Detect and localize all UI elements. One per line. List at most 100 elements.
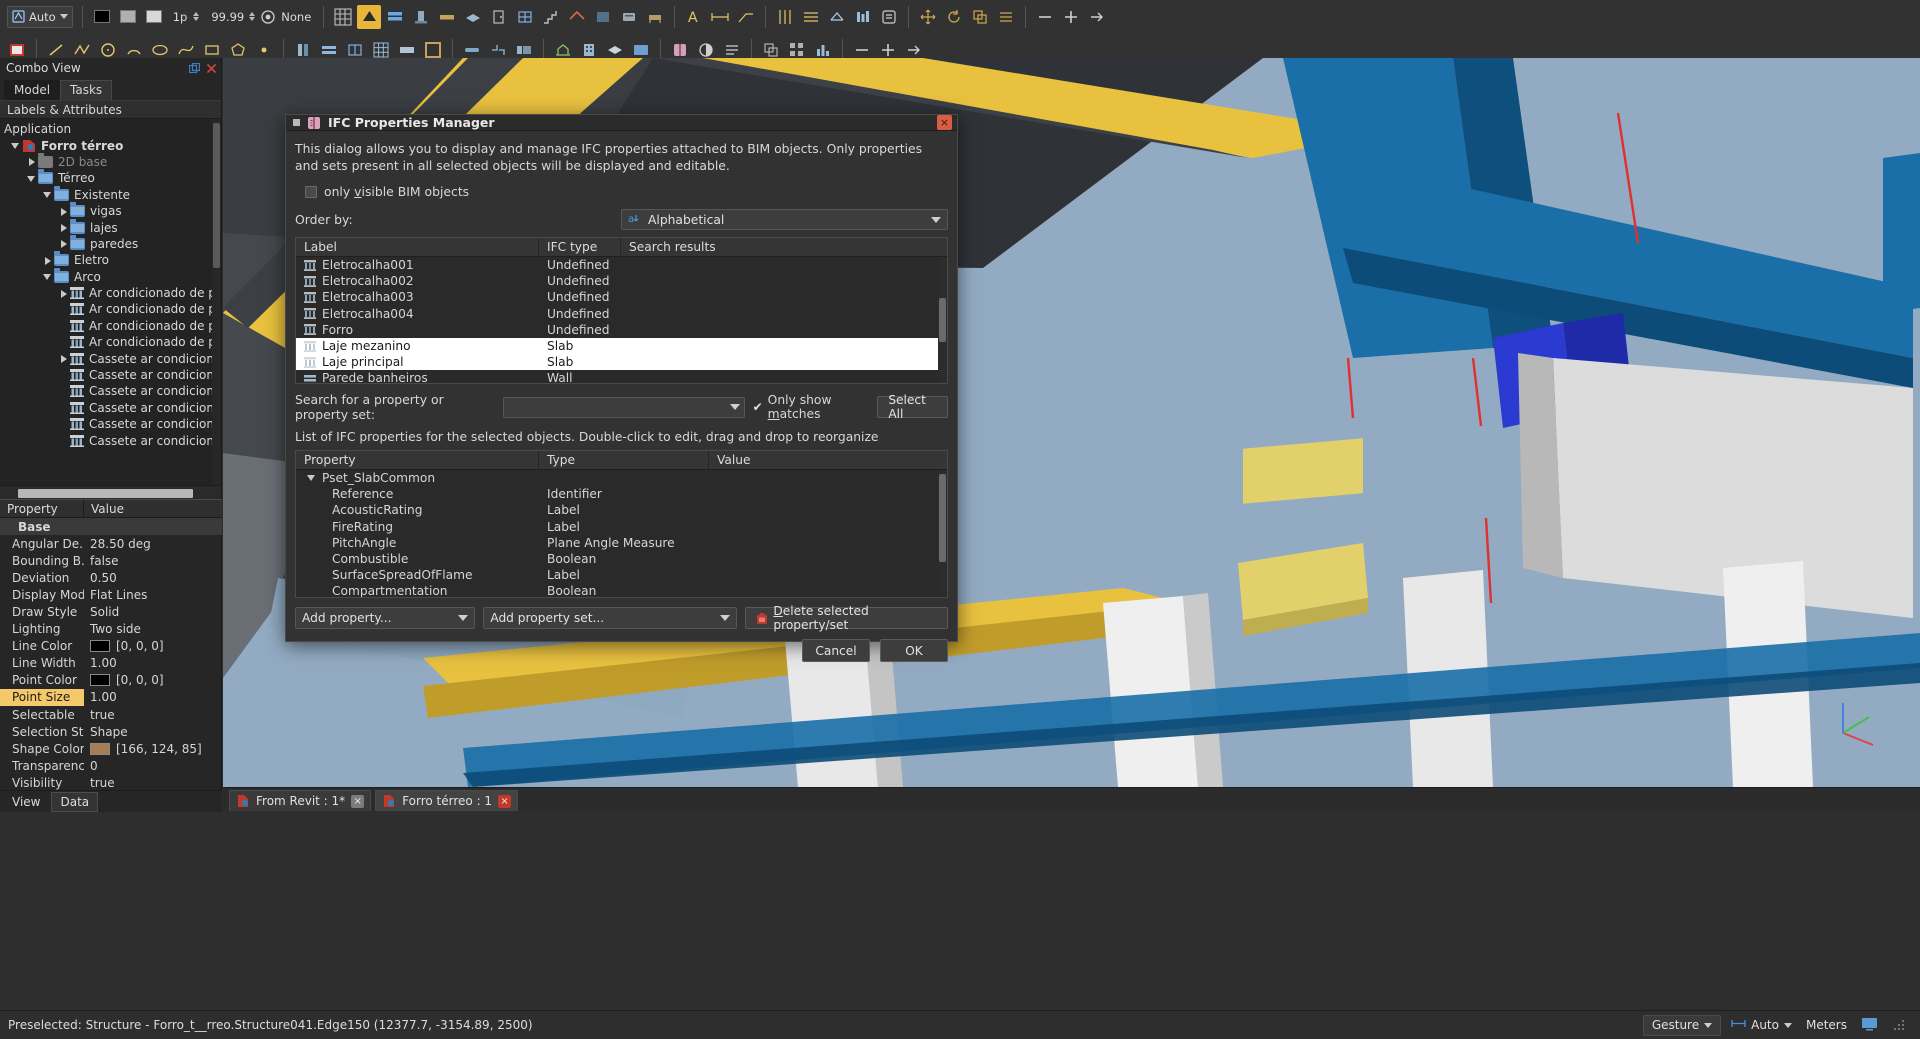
schedule-icon[interactable] [851, 5, 875, 29]
chevron-down-icon[interactable] [26, 173, 37, 184]
text-icon[interactable]: A [682, 5, 706, 29]
tree-item[interactable]: Ar condicionado de parede [0, 285, 221, 301]
property-row[interactable]: Visibilitytrue [0, 774, 222, 791]
tree-item[interactable]: Existente [0, 187, 221, 203]
property-row[interactable]: Shape Color[166, 124, 85] [0, 740, 222, 757]
chevron-down-icon[interactable] [42, 271, 53, 282]
table-row[interactable]: Eletrocalha004Undefined [296, 306, 947, 322]
table-row[interactable]: Laje mezaninoSlab [296, 338, 947, 354]
property-row[interactable]: Transparency0 [0, 757, 222, 774]
property-table-row[interactable]: CombustibleBoolean [296, 551, 947, 567]
close-panel-icon[interactable] [206, 63, 217, 74]
cancel-button[interactable]: Cancel [802, 639, 870, 662]
order-by-combo[interactable]: a Alphabetical [621, 209, 948, 230]
tree-item[interactable]: Ar condicionado de parede [0, 334, 221, 350]
property-row[interactable]: Deviation0.50 [0, 569, 222, 586]
zoom-plus-icon[interactable] [1059, 5, 1083, 29]
ifc-explorer-icon[interactable] [877, 5, 901, 29]
tree-item[interactable]: Forro térreo [0, 137, 221, 153]
move-icon[interactable] [916, 5, 940, 29]
roof-icon[interactable] [565, 5, 589, 29]
tree-item[interactable]: vigas [0, 203, 221, 219]
table-row[interactable]: Laje principalSlab [296, 354, 947, 370]
property-row[interactable]: Line Color[0, 0, 0] [0, 638, 222, 655]
tree-item[interactable]: Eletro [0, 252, 221, 268]
chevron-down-icon[interactable] [730, 404, 740, 410]
axis-icon[interactable] [773, 5, 797, 29]
add-property-combo[interactable]: Add property... [295, 607, 475, 629]
property-table-row[interactable]: Pset_SlabCommon [296, 470, 947, 486]
chevron-right-icon[interactable] [42, 255, 53, 266]
door-icon[interactable] [487, 5, 511, 29]
column-icon[interactable] [409, 5, 433, 29]
color-swatch[interactable] [90, 743, 110, 755]
offset-icon[interactable] [994, 5, 1018, 29]
chevron-down-icon[interactable] [307, 475, 315, 481]
wall-icon[interactable] [383, 5, 407, 29]
zoom-minus-icon[interactable] [1033, 5, 1057, 29]
tree-item[interactable]: Térreo [0, 170, 221, 186]
chevron-right-icon[interactable] [58, 222, 69, 233]
window-menu-icon[interactable] [293, 119, 300, 126]
resize-grip[interactable] [1892, 1017, 1906, 1034]
screen-toggle[interactable] [1861, 1017, 1878, 1034]
objects-table[interactable]: Label IFC type Search results Eletrocalh… [295, 237, 948, 384]
line-color-swatch[interactable] [90, 5, 114, 29]
chevron-right-icon[interactable] [58, 288, 69, 299]
property-row[interactable]: Base [0, 518, 222, 535]
tree-item[interactable]: lajes [0, 219, 221, 235]
delete-selected-property-button[interactable]: Delete selected property/set [745, 607, 948, 629]
clone-icon[interactable] [968, 5, 992, 29]
tree-scrollbar-horizontal[interactable] [0, 485, 221, 499]
only-show-matches-checkbox[interactable]: ✔ Only show matches [753, 393, 870, 421]
tab-view[interactable]: View [4, 793, 48, 811]
dimension-icon[interactable] [708, 5, 732, 29]
dimension-auto-indicator[interactable]: Auto [1731, 1017, 1792, 1033]
material-icon[interactable] [256, 5, 280, 29]
close-icon[interactable]: × [498, 795, 511, 808]
property-row[interactable]: Selectabletrue [0, 706, 222, 723]
navigation-style-selector[interactable]: Gesture [1643, 1015, 1721, 1036]
stairs-icon[interactable] [539, 5, 563, 29]
table-row[interactable]: ForroUndefined [296, 322, 947, 338]
document-tab-forro-terreo[interactable]: Forro térreo : 1 × [375, 790, 518, 811]
property-row[interactable]: Point Size1.00 [0, 689, 222, 706]
table-row[interactable]: Parede banheirosWall [296, 370, 947, 383]
property-row[interactable]: Bounding B...false [0, 552, 222, 569]
tree-item[interactable]: Ar condicionado de parede [0, 318, 221, 334]
ok-button[interactable]: OK [880, 639, 948, 662]
equipment-icon[interactable] [617, 5, 641, 29]
tab-tasks[interactable]: Tasks [60, 80, 112, 100]
tree-item[interactable]: Ar condicionado de parede [0, 301, 221, 317]
table-row[interactable]: Eletrocalha002Undefined [296, 273, 947, 289]
property-row[interactable]: LightingTwo side [0, 621, 222, 638]
chevron-down-icon[interactable] [10, 140, 21, 151]
auto-display-combo[interactable]: Auto [7, 6, 73, 28]
leader-icon[interactable] [734, 5, 758, 29]
property-row[interactable]: Line Width1.00 [0, 655, 222, 672]
chevron-right-icon[interactable] [58, 206, 69, 217]
furniture-icon[interactable] [643, 5, 667, 29]
float-panel-icon[interactable] [189, 63, 200, 74]
grid-icon[interactable] [331, 5, 355, 29]
chevron-right-icon[interactable] [58, 238, 69, 249]
properties-scrollbar[interactable] [938, 470, 947, 597]
document-tab-from-revit[interactable]: From Revit : 1* × [229, 790, 371, 811]
color-swatch[interactable] [90, 674, 110, 686]
chevron-right-icon[interactable] [58, 353, 69, 364]
level-icon[interactable] [799, 5, 823, 29]
section-plane-icon[interactable] [825, 5, 849, 29]
checkbox-box[interactable] [305, 186, 317, 198]
tree-item[interactable]: Cassete ar condicionado00 [0, 367, 221, 383]
property-row[interactable]: Draw StyleSolid [0, 603, 222, 620]
dialog-title-bar[interactable]: IFC Properties Manager × [286, 115, 957, 131]
tree-item[interactable]: Cassete ar condicionado [0, 350, 221, 366]
tree-root-application[interactable]: Application [0, 121, 221, 137]
beam-icon[interactable] [435, 5, 459, 29]
window-icon[interactable] [513, 5, 537, 29]
arrow-right-icon[interactable] [1085, 5, 1109, 29]
slab-icon[interactable] [461, 5, 485, 29]
tree-item[interactable]: Arco [0, 269, 221, 285]
property-row[interactable]: Display ModeFlat Lines [0, 586, 222, 603]
table-row[interactable]: Eletrocalha001Undefined [296, 257, 947, 273]
